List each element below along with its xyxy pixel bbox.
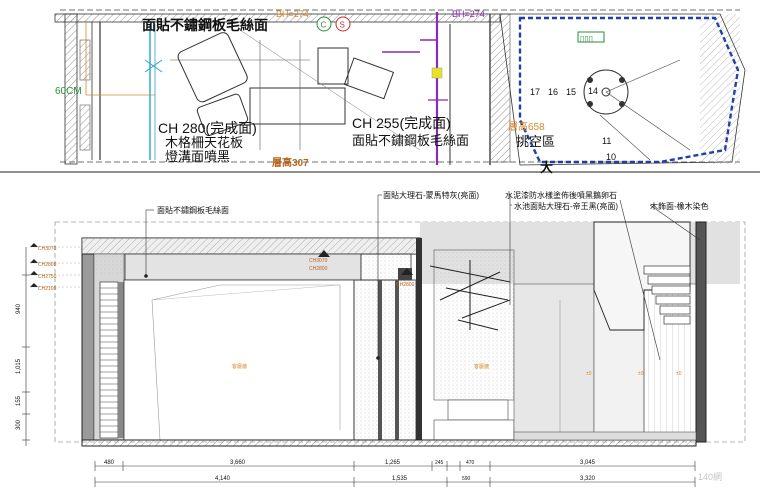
right-wall <box>695 221 707 443</box>
side-table <box>317 47 349 85</box>
level-tag: CH2800 <box>38 262 57 268</box>
pipe-valve <box>431 67 443 79</box>
svg-text:▯▯▯: ▯▯▯ <box>580 34 593 43</box>
ceiling-level-tag: CH3070 <box>309 258 328 264</box>
stair-number: 11 <box>602 136 611 146</box>
ceiling-note-1-height: CH 280(完成面) <box>158 120 257 136</box>
callout-label: 面貼不鏽鋼板毛絲面 <box>157 205 229 215</box>
dimension-value: 1,535 <box>392 476 408 482</box>
dimension-value: 3,320 <box>580 476 596 482</box>
svg-text:S: S <box>340 21 345 30</box>
ceiling-level-tag: CH2800 <box>396 282 415 288</box>
stair-number: 16 <box>548 87 558 97</box>
bookshelf <box>99 281 119 439</box>
tag-bh-2: BH=274 <box>452 9 485 19</box>
svg-text:C: C <box>321 21 327 30</box>
drawing-canvas: C S ▯▯▯ 面貼不鏽鋼板毛絲面 BH=274 BH=274 60CM CH … <box>0 0 760 487</box>
corner-character: 大 <box>540 160 553 175</box>
level-tag: CH2100 <box>38 286 57 292</box>
floor-plan: C S ▯▯▯ 面貼不鏽鋼板毛絲面 BH=274 BH=274 60CM CH … <box>0 0 760 175</box>
room-label: ±0 <box>586 371 592 377</box>
stair-number: 10 <box>606 152 616 162</box>
callout-label: 面貼大理石-蒙馬特灰(亮面) <box>383 190 479 200</box>
stair-number: 14 <box>588 86 598 96</box>
dimension-value: 480 <box>104 460 115 466</box>
tag-bh-1: BH=274 <box>276 9 309 19</box>
vertical-dimension: 155 <box>16 395 22 406</box>
ceiling-note-1-line2: 燈溝面噴黑 <box>165 149 230 164</box>
marble-panel <box>353 279 417 441</box>
dimension-value: 3,045 <box>580 460 596 466</box>
room-label: ±0 <box>638 371 644 377</box>
ceiling-note-2-height: CH 255(完成面) <box>352 115 451 131</box>
void-area-label: 挑空區 <box>516 134 555 149</box>
stair-number: 15 <box>566 87 576 97</box>
vertical-dimension: 300 <box>16 419 22 430</box>
callout-label: 水池面貼大理石-帝王黑(亮面) <box>514 201 618 211</box>
floor-level-label: 層高307 <box>272 156 309 169</box>
dimension-value: 4,140 <box>215 476 231 482</box>
void-level-label: 層高658 <box>508 120 545 133</box>
level-tag: CH3070 <box>38 246 57 252</box>
callout-label: 水泥漆防水樣塗佈後噴黑鵝卵石 <box>505 190 617 200</box>
vertical-dimension: 1,015 <box>16 358 22 374</box>
cad-drawing-viewport: C S ▯▯▯ 面貼不鏽鋼板毛絲面 BH=274 BH=274 60CM CH … <box>0 0 760 497</box>
wood-panel <box>513 283 595 441</box>
dim-left-60cm: 60CM <box>55 86 82 97</box>
dimension-value: 3,660 <box>230 460 246 466</box>
elevation-view: 面貼不鏽鋼板毛絲面 面貼大理石-蒙馬特灰(亮面) 水泥漆防水樣塗佈後噴黑鵝卵石 … <box>16 190 746 487</box>
ceiling-level-tag: CH2800 <box>309 266 328 272</box>
vertical-dimension: 940 <box>16 303 22 314</box>
dimension-value: 470 <box>466 460 475 466</box>
room-label: 客廳牆 <box>232 363 247 370</box>
room-label: ±0 <box>676 371 682 377</box>
floor-slab <box>81 439 697 447</box>
ceiling-note-2-line1: 面貼不鏽鋼板毛絲面 <box>352 133 469 148</box>
dimension-value: 590 <box>462 476 471 482</box>
watermark: 140網 <box>697 472 722 482</box>
stair-number: 17 <box>530 87 540 97</box>
level-tag: CH2750 <box>38 274 57 280</box>
room-label: 客廳牆 <box>474 363 489 370</box>
callout-label: 木飾面-橡木染色 <box>650 201 709 211</box>
dimension-value: 245 <box>435 460 444 466</box>
pond-edge <box>513 431 697 441</box>
staircase <box>593 221 691 331</box>
glass-feature <box>433 249 515 401</box>
dimension-value: 1,265 <box>385 460 401 466</box>
plan-title: 面貼不鏽鋼板毛絲面 <box>142 17 268 33</box>
ceiling-note-1-line1: 木格柵天花板 <box>165 135 243 150</box>
left-wall <box>81 253 95 441</box>
